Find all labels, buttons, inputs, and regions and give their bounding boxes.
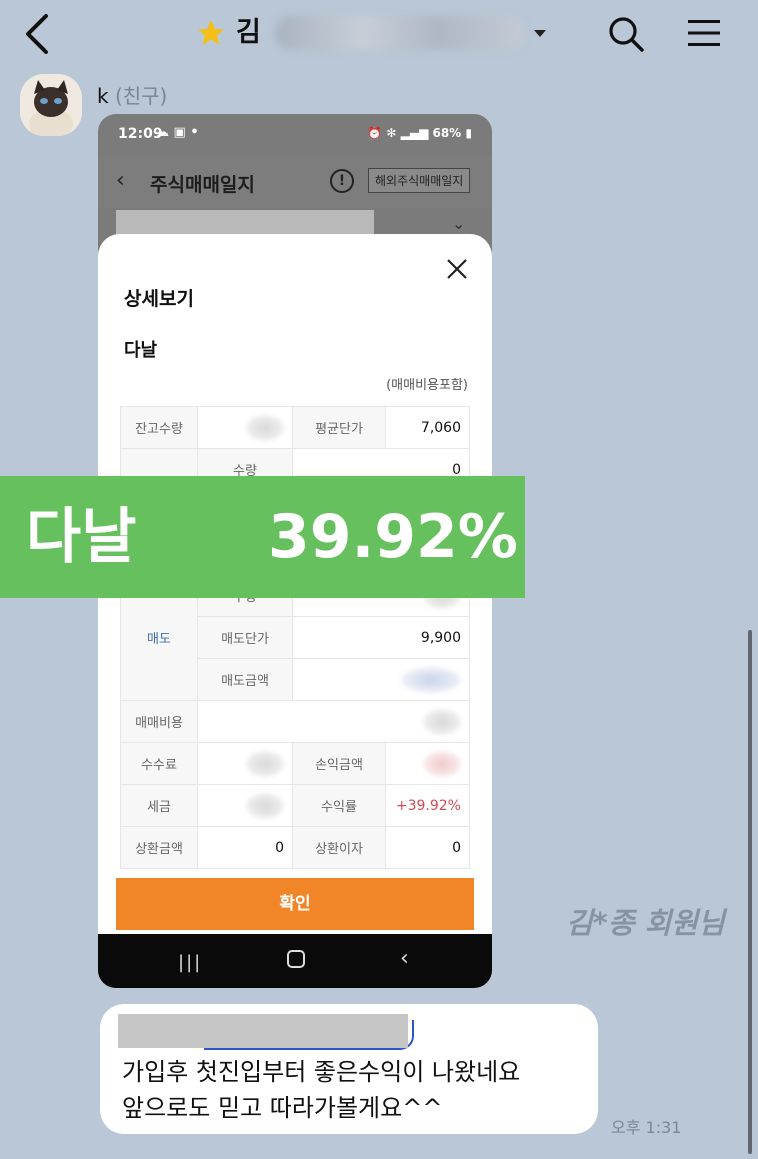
redaction-smudge [246, 750, 284, 777]
message-timestamp: 오후 1:31 [611, 1118, 682, 1137]
redaction-smudge [246, 792, 284, 819]
fee-note: (매매비용포함) [386, 378, 468, 393]
redaction-smudge [246, 414, 284, 441]
repay-amount-value: 0 [197, 826, 293, 869]
close-icon [447, 259, 467, 279]
cat-avatar-icon [20, 74, 82, 136]
sender-nickname: k [97, 84, 109, 108]
phone-chevron-down-icon: ⌄ [452, 214, 466, 233]
pnl-value [385, 742, 470, 785]
table-row: 수수료 손익금액 [120, 742, 470, 785]
message-text-line-1: 가입후 첫진입부터 좋은수익이 나왔네요 [122, 1058, 521, 1086]
phone-app-header: ‹ 주식매매일지 ! 해외주식매매일지 [98, 156, 492, 208]
confirm-button: 확인 [116, 878, 474, 930]
sell-price-label: 매도단가 [197, 616, 293, 659]
redaction-smudge [401, 666, 461, 693]
sender-name: k (친구) [97, 80, 167, 109]
return-value: +39.92% [385, 784, 470, 827]
commission-label: 수수료 [120, 742, 198, 785]
repay-interest-value: 0 [385, 826, 470, 869]
scrollbar[interactable] [748, 630, 752, 1154]
banner-stock-name: 다날 [26, 502, 137, 572]
member-watermark: 김*종 회원님 [566, 906, 725, 940]
balance-qty-label: 잔고수량 [120, 406, 198, 449]
redaction-smudge [423, 750, 461, 777]
redaction-smudge [423, 708, 461, 735]
phone-screen-title: 주식매매일지 [150, 174, 255, 196]
battery-level: 68% [432, 126, 462, 140]
trade-cost-value [197, 700, 470, 743]
tax-value [197, 784, 293, 827]
search-icon[interactable] [606, 14, 646, 54]
sheet-title: 상세보기 [124, 288, 194, 310]
android-nav-bar: ||| ‹ [98, 934, 492, 988]
phone-back-icon: ‹ [116, 168, 125, 193]
favorite-star-icon[interactable] [196, 18, 226, 48]
table-row: 잔고수량 평균단가 7,060 [120, 406, 470, 449]
menu-icon[interactable] [686, 17, 722, 49]
table-row: 매매비용 [120, 700, 470, 743]
repay-amount-label: 상환금액 [120, 826, 198, 869]
commission-value [197, 742, 293, 785]
profit-banner: 다날 39.92% [0, 476, 525, 598]
avg-price-label: 평균단가 [292, 406, 386, 449]
table-row: 세금 수익률 +39.92% [120, 784, 470, 827]
phone-status-bar: 12:09 ☁ ▣ • ⏰ ✻ ▂▄▆ 68% ▮ [98, 114, 492, 156]
home-icon [287, 950, 305, 968]
back-arrow-icon[interactable] [20, 12, 56, 56]
chat-title[interactable]: 김 [236, 14, 261, 52]
sell-amount-value [292, 658, 470, 701]
sell-amount-label: 매도금액 [197, 658, 293, 701]
message-bubble[interactable]: 가입후 첫진입부터 좋은수익이 나왔네요 앞으로도 믿고 따라가볼게요^^ [100, 1004, 598, 1134]
overseas-journal-button: 해외주식매매일지 [368, 168, 471, 193]
trade-cost-label: 매매비용 [120, 700, 198, 743]
stock-name: 다날 [124, 340, 158, 361]
info-icon: ! [330, 169, 354, 193]
return-label: 수익률 [292, 784, 386, 827]
title-redaction [275, 16, 525, 50]
chevron-down-icon[interactable] [534, 30, 546, 37]
status-battery: ⏰ ✻ ▂▄▆ 68% ▮ [367, 126, 472, 140]
avg-price-value: 7,060 [385, 406, 470, 449]
chat-header: 김 [0, 0, 758, 66]
balance-qty-value [197, 406, 293, 449]
avatar[interactable] [20, 74, 82, 136]
redacted-link [118, 1014, 408, 1048]
repay-interest-label: 상환이자 [292, 826, 386, 869]
banner-percent: 39.92% [268, 502, 518, 572]
sender-tag: (친구) [114, 84, 168, 108]
recent-apps-icon: ||| [178, 952, 203, 973]
message-text-line-2: 앞으로도 믿고 따라가볼게요^^ [122, 1094, 443, 1122]
sell-price-value: 9,900 [292, 616, 470, 659]
status-notification-icons: ☁ ▣ • [156, 125, 199, 140]
table-row: 상환금액 0 상환이자 0 [120, 826, 470, 869]
tax-label: 세금 [120, 784, 198, 827]
pnl-label: 손익금액 [292, 742, 386, 785]
nav-back-icon: ‹ [400, 946, 409, 971]
